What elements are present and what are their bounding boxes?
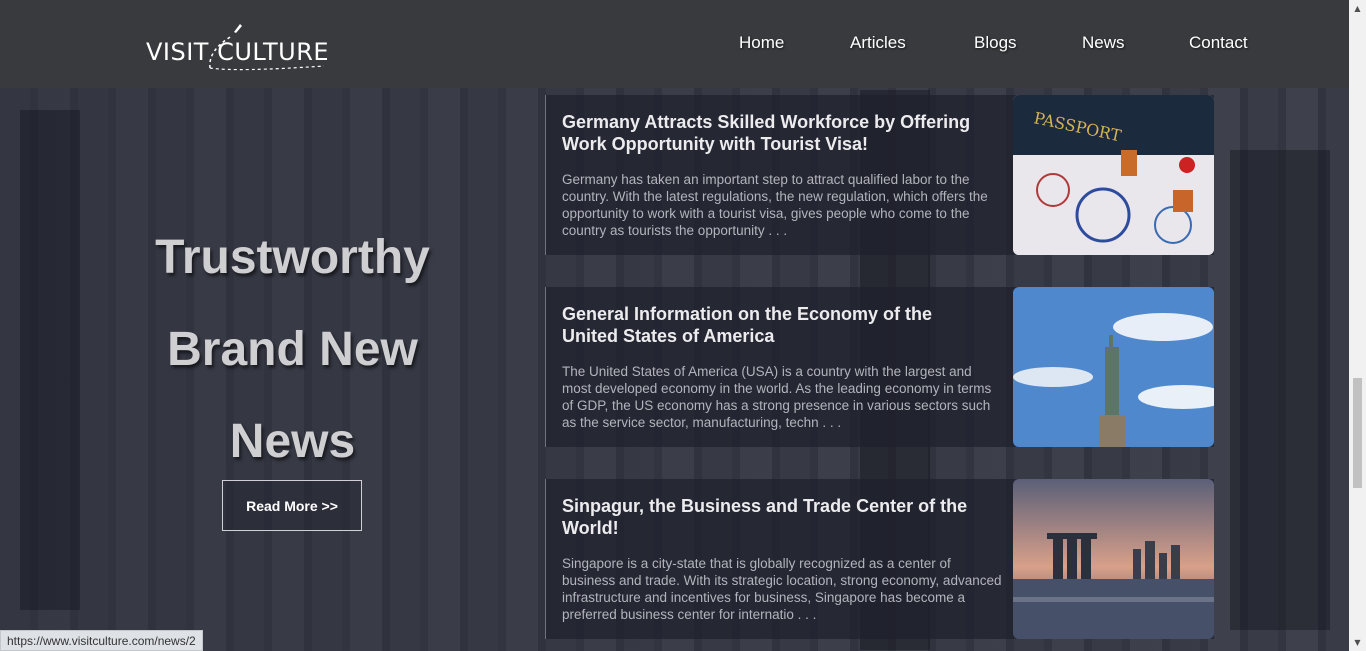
vertical-scrollbar[interactable]: ▲ ▼ — [1349, 0, 1366, 651]
article-card[interactable]: Sinpagur, the Business and Trade Center … — [545, 479, 1214, 639]
article-excerpt: The United States of America (USA) is a … — [562, 364, 992, 430]
scroll-up-arrow-icon[interactable]: ▲ — [1349, 0, 1366, 17]
article-title[interactable]: General Information on the Economy of th… — [562, 303, 992, 347]
nav-articles[interactable]: Articles — [850, 33, 906, 53]
hero-line-3: News — [229, 415, 356, 468]
nav-contact[interactable]: Contact — [1189, 33, 1248, 53]
statue-of-liberty-image[interactable] — [1013, 287, 1214, 447]
singapore-skyline-image[interactable] — [1013, 479, 1214, 639]
article-title[interactable]: Germany Attracts Skilled Workforce by Of… — [562, 111, 992, 155]
article-title[interactable]: Sinpagur, the Business and Trade Center … — [562, 495, 992, 539]
hero-line-1: Trustworthy — [155, 231, 430, 284]
article-card[interactable]: Germany Attracts Skilled Workforce by Of… — [545, 95, 1214, 255]
nav-home[interactable]: Home — [739, 33, 784, 53]
read-more-button[interactable]: Read More >> — [222, 480, 362, 531]
scrollbar-thumb[interactable] — [1353, 378, 1362, 488]
main-nav: Home Articles Blogs News Contact — [0, 33, 1349, 57]
nav-news[interactable]: News — [1082, 33, 1125, 53]
article-excerpt: Singapore is a city-state that is global… — [562, 556, 1002, 622]
status-bar-url: https://www.visitculture.com/news/2 — [0, 630, 203, 651]
hero-heading: Trustworthy Brand New News — [110, 212, 475, 488]
article-excerpt: Germany has taken an important step to a… — [562, 172, 988, 238]
passport-image[interactable]: PASSPORT — [1013, 95, 1214, 255]
article-card[interactable]: General Information on the Economy of th… — [545, 287, 1214, 447]
scroll-down-arrow-icon[interactable]: ▼ — [1349, 634, 1366, 651]
site-header: VISIT CULTURE Home Articles Blogs News C… — [0, 0, 1349, 88]
nav-blogs[interactable]: Blogs — [974, 33, 1017, 53]
hero-line-2: Brand New — [167, 323, 418, 376]
